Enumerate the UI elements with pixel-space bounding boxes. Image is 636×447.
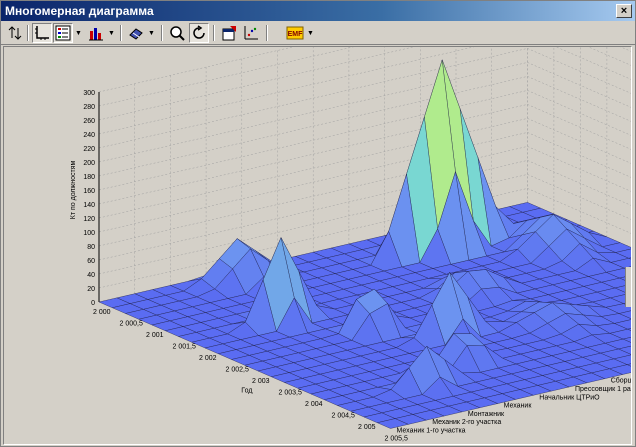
x-tick-label: 2 002 <box>199 355 217 362</box>
grid-line <box>527 90 631 136</box>
x-tick-label: 2 000 <box>93 309 111 316</box>
emf-export-button[interactable]: EMF <box>285 23 305 43</box>
toolbar-separator <box>27 25 29 41</box>
toolbar-separator <box>266 25 268 41</box>
y-category-label: Механик <box>504 403 533 410</box>
z-tick-label: 180 <box>83 174 95 181</box>
emf-export-icon: EMF <box>286 26 304 40</box>
z-tick-label: 60 <box>87 258 95 265</box>
z-tick-label: 40 <box>87 272 95 279</box>
y-category-label: Сборщик <box>611 377 632 385</box>
x-tick-label: 2 005,5 <box>385 436 408 443</box>
zoom-icon <box>170 26 185 41</box>
window-title: Многомерная диаграмма <box>5 4 154 18</box>
surface-chart[interactable]: 0 20 40 60 80 100 120 140 160 180 200 220 240 260 280 3… <box>4 47 632 445</box>
z-axis-label: Кт по должностям <box>70 161 77 220</box>
axes-button[interactable] <box>32 23 52 43</box>
grid-line <box>527 76 631 122</box>
style-icon <box>129 28 143 40</box>
y-category-label: Прессовщик 1 разряда <box>575 386 632 393</box>
chart-type-icon <box>89 28 103 41</box>
y-category-label: Монтажник <box>468 411 505 418</box>
grid-line <box>527 62 631 108</box>
sort-axes-button[interactable] <box>5 23 25 43</box>
x-tick-label: 2 004 <box>305 401 323 408</box>
y-category-label: Механик 1-го участка <box>397 428 466 435</box>
x-tick-label: 2 005 <box>358 424 376 431</box>
chart-type-button[interactable] <box>86 23 106 43</box>
x-tick-label: 2 004,5 <box>332 413 355 420</box>
y-category-label: Начальник ЦТРиО <box>539 394 600 401</box>
y-category-label: Механик 2-го участка <box>432 419 501 426</box>
z-tick-label: 260 <box>83 118 95 125</box>
toolbar-separator <box>120 25 122 41</box>
z-tick-label: 300 <box>83 90 95 97</box>
x-tick-label: 2 000,5 <box>120 321 143 328</box>
chart-area[interactable]: 0 20 40 60 80 100 120 140 160 180 200 220 240 260 280 3… <box>3 46 632 445</box>
properties-icon <box>222 26 236 41</box>
x-tick-label: 2 003 <box>252 378 270 385</box>
x-tick-label: 2 002,5 <box>226 367 249 374</box>
grid-line <box>555 47 631 80</box>
data-table-icon <box>244 26 258 40</box>
toolbar: ▼ ▼ ▼ EMF ▼ <box>1 22 635 45</box>
legend-button[interactable] <box>53 23 73 43</box>
style-button[interactable] <box>126 23 146 43</box>
chart-window: Многомерная диаграмма × ▼ ▼ ▼ EMF ▼ 0 20… <box>0 0 636 447</box>
axes-icon <box>35 26 49 40</box>
z-tick-label: 20 <box>87 286 95 293</box>
emf-label: EMF <box>288 31 304 38</box>
sort-axes-icon <box>8 26 22 40</box>
close-button[interactable]: × <box>616 4 632 18</box>
z-tick-label: 0 <box>91 300 95 307</box>
z-tick-label: 220 <box>83 146 95 153</box>
resize-handle[interactable] <box>625 267 631 307</box>
x-axis-label: Год <box>241 387 252 394</box>
z-tick-label: 160 <box>83 188 95 195</box>
z-tick-label: 80 <box>87 244 95 251</box>
legend-icon <box>55 25 71 41</box>
grid-line <box>527 48 631 94</box>
x-tick-label: 2 001,5 <box>173 344 196 351</box>
legend-dropdown[interactable]: ▼ <box>74 23 83 43</box>
z-tick-label: 140 <box>83 202 95 209</box>
grid-line <box>620 47 631 52</box>
style-dropdown[interactable]: ▼ <box>147 23 156 43</box>
toolbar-separator <box>213 25 215 41</box>
data-table-button[interactable] <box>241 23 261 43</box>
rotate-button[interactable] <box>189 23 209 43</box>
zoom-button[interactable] <box>167 23 187 43</box>
emf-dropdown[interactable]: ▼ <box>306 23 315 43</box>
rotate-icon <box>193 25 205 39</box>
z-tick-label: 120 <box>83 216 95 223</box>
z-tick-label: 280 <box>83 104 95 111</box>
z-tick-label: 100 <box>83 230 95 237</box>
grid-line <box>98 47 294 93</box>
properties-button[interactable] <box>219 23 239 43</box>
toolbar-separator <box>161 25 163 41</box>
title-bar[interactable]: Многомерная диаграмма × <box>1 1 635 21</box>
x-tick-label: 2 003,5 <box>279 390 302 397</box>
x-tick-label: 2 001 <box>146 332 164 339</box>
chart-type-dropdown[interactable]: ▼ <box>107 23 116 43</box>
z-tick-label: 240 <box>83 132 95 139</box>
z-tick-label: 200 <box>83 160 95 167</box>
